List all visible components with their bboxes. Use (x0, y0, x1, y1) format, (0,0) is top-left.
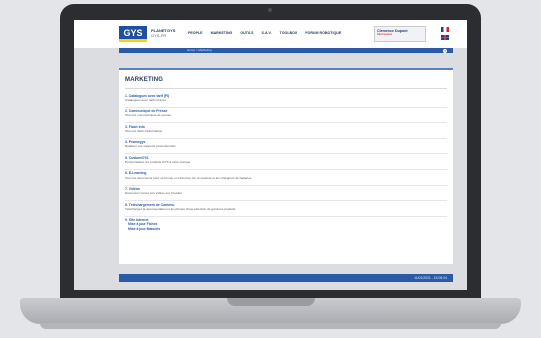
nav-item-marketing[interactable]: MARKETING (211, 31, 233, 35)
list-item-description: Tous les communiqués de presse (125, 113, 171, 118)
marketing-panel: MARKETING 1. Catalogues avec tarif (FI) … (119, 68, 453, 264)
logout-link[interactable]: Déconnexion (377, 33, 423, 36)
laptop-notch (227, 298, 315, 306)
user-box[interactable]: Clemence Dupont Déconnexion (374, 26, 426, 42)
list-item: 6. E-Learning Tous les documents pour se… (125, 170, 447, 186)
laptop-shadow (40, 323, 501, 329)
gys-logo[interactable]: GYS (119, 26, 147, 42)
sublink-update-manuals[interactable]: Mise à jour Manuels (125, 227, 447, 232)
list-item-description: Tous les documents pour se former et s'i… (125, 175, 252, 180)
marketing-list: 1. Catalogues avec tarif (FI) Catalogues… (125, 92, 447, 241)
list-item: 9. Site Internet Mise à jour Fiches Mise… (125, 217, 447, 241)
nav-item-sav[interactable]: S.A.V. (262, 31, 272, 35)
list-item: 1. Catalogues avec tarif (FI) Catalogues… (125, 92, 447, 108)
nav-item-toolbox[interactable]: TOOLBOX (280, 31, 298, 35)
uk-flag-icon[interactable] (441, 35, 449, 40)
nav-item-forum-robotique[interactable]: FORUM ROBOTIQUE (305, 31, 341, 35)
list-item-description: Téléchargez la documentation et les phot… (125, 206, 236, 211)
footer-timestamp: 11/01/2021 - 15:05:24 (414, 276, 447, 280)
nav-item-people[interactable]: PEOPLE (188, 31, 203, 35)
top-header: GYS PLANETGYS GYS-FR PEOPLE MARKETING OU… (74, 20, 467, 48)
list-item-description: Personnalisez les produits GYS à votre m… (125, 160, 191, 165)
list-item: 3. Flash Info Tous les flash d'informati… (125, 123, 447, 139)
camera-icon (268, 8, 272, 12)
help-icon[interactable]: ? (443, 48, 447, 53)
list-item-description: Tous les flash d'information (125, 128, 163, 133)
nav-item-outils[interactable]: OUTILS (240, 31, 253, 35)
list-item-description: Réalisez vos supports promotionnels (125, 144, 176, 149)
breadcrumb[interactable]: Home > Marketing (187, 48, 212, 53)
page-title: MARKETING (125, 77, 164, 83)
brand: PLANETGYS GYS-FR (151, 28, 175, 38)
breadcrumb-bar: Home > Marketing ? (119, 48, 453, 53)
screen: GYS PLANETGYS GYS-FR PEOPLE MARKETING OU… (74, 20, 467, 290)
main-nav: PEOPLE MARKETING OUTILS S.A.V. TOOLBOX F… (188, 31, 341, 35)
list-item: 4. Promogys Réalisez vos supports promot… (125, 139, 447, 155)
list-item: 2. Communiqué de Presse Tous les communi… (125, 108, 447, 124)
list-item-description: Découvrez toutes nos vidéos sur Youtube (125, 191, 182, 196)
brand-subtitle: GYS-FR (151, 33, 167, 38)
list-item: 7. Vidéos Découvrez toutes nos vidéos su… (125, 186, 447, 202)
footer-bar: 11/01/2021 - 15:05:24 (119, 274, 453, 282)
list-item: 5. CustomGYS Personnalisez les produits … (125, 154, 447, 170)
list-item: 8. Téléchargement de Contenu Téléchargez… (125, 201, 447, 217)
list-item-description: Catalogues avec tarifs France (125, 97, 167, 102)
france-flag-icon[interactable] (441, 27, 449, 32)
divider (125, 88, 447, 89)
